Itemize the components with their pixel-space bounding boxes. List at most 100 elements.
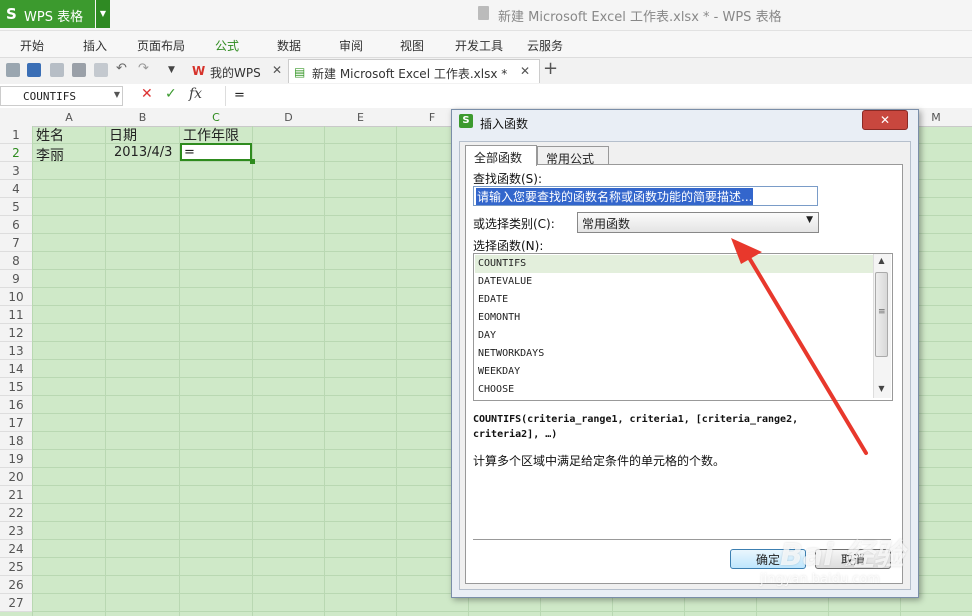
print-icon[interactable] — [72, 63, 86, 77]
row-header[interactable]: 25 — [0, 558, 32, 576]
row-header[interactable]: 16 — [0, 396, 32, 414]
category-value: 常用函数 — [582, 217, 631, 231]
row-header[interactable]: 21 — [0, 486, 32, 504]
cell-c1[interactable]: 工作年限 — [183, 125, 239, 145]
function-item-eomonth[interactable]: EOMONTH — [475, 309, 875, 327]
function-list[interactable]: COUNTIFS DATEVALUE EDATE EOMONTH DAY NET… — [473, 253, 893, 401]
fill-handle[interactable] — [250, 159, 255, 164]
grid-column-line — [105, 126, 106, 616]
menu-developer[interactable]: 开发工具 — [455, 37, 503, 54]
ok-button[interactable]: 确定 — [730, 549, 806, 569]
row-header[interactable]: 23 — [0, 522, 32, 540]
row-header[interactable]: 17 — [0, 414, 32, 432]
tab-all-functions[interactable]: 全部函数 — [465, 145, 537, 166]
active-cell-c2[interactable]: = — [180, 143, 252, 161]
row-header[interactable]: 8 — [0, 252, 32, 270]
scroll-up-icon[interactable]: ▲ — [873, 256, 890, 265]
row-header[interactable]: 1 — [0, 126, 32, 144]
confirm-formula-icon[interactable]: ✓ — [165, 86, 177, 102]
search-input-value: 请输入您要查找的函数名称或函数功能的简要描述... — [476, 188, 754, 205]
cell-a1[interactable]: 姓名 — [36, 125, 64, 145]
function-item-edate[interactable]: EDATE — [475, 291, 875, 309]
name-box-value: COUNTIFS — [23, 90, 76, 103]
column-a-header[interactable]: A — [33, 111, 105, 124]
column-e-header[interactable]: E — [325, 111, 396, 124]
menu-page-layout[interactable]: 页面布局 — [137, 37, 185, 54]
column-d-header[interactable]: D — [253, 111, 324, 124]
menu-formulas[interactable]: 公式 — [215, 37, 239, 54]
row-header[interactable]: 4 — [0, 180, 32, 198]
row-header[interactable]: 9 — [0, 270, 32, 288]
column-b-header[interactable]: B — [106, 111, 179, 124]
wps-logo-icon: S — [459, 114, 473, 128]
row-header[interactable]: 10 — [0, 288, 32, 306]
row-header[interactable]: 27 — [0, 594, 32, 612]
undo-icon[interactable]: ↶ — [116, 61, 130, 76]
search-label: 查找函数(S): — [473, 172, 543, 186]
row-header[interactable]: 26 — [0, 576, 32, 594]
row-header[interactable]: 13 — [0, 342, 32, 360]
chevron-down-icon[interactable]: ▼ — [114, 90, 120, 99]
redo-icon[interactable]: ↷ — [138, 61, 152, 76]
grid-column-line — [252, 126, 253, 616]
row-header[interactable]: 15 — [0, 378, 32, 396]
cancel-button[interactable]: 取消 — [815, 549, 891, 569]
new-tab-plus-icon[interactable]: + — [543, 58, 558, 79]
grid-row-line — [32, 611, 972, 612]
save-icon[interactable] — [27, 63, 41, 77]
menu-insert[interactable]: 插入 — [83, 37, 107, 54]
row-header[interactable]: 11 — [0, 306, 32, 324]
formula-input[interactable]: = — [225, 86, 966, 106]
function-item-day[interactable]: DAY — [475, 327, 875, 345]
row-header[interactable]: 22 — [0, 504, 32, 522]
category-select[interactable]: 常用函数 ▼ — [577, 212, 819, 233]
tab-document[interactable]: ▤ 新建 Microsoft Excel 工作表.xlsx * ✕ — [288, 59, 540, 83]
function-signature: COUNTIFS(criteria_range1, criteria1, [cr… — [473, 412, 883, 442]
column-c-header[interactable]: C — [180, 111, 252, 124]
menu-review[interactable]: 审阅 — [339, 37, 363, 54]
scrollbar-thumb[interactable]: ≡ — [875, 272, 888, 357]
row-header[interactable]: 14 — [0, 360, 32, 378]
insert-function-icon[interactable]: fx — [189, 86, 202, 102]
function-item-datevalue[interactable]: DATEVALUE — [475, 273, 875, 291]
row-header[interactable]: 6 — [0, 216, 32, 234]
export-icon[interactable] — [50, 63, 64, 77]
cancel-formula-icon[interactable]: ✕ — [141, 86, 153, 102]
function-description: 计算多个区域中满足给定条件的单元格的个数。 — [473, 454, 726, 468]
name-box[interactable]: COUNTIFS ▼ — [0, 86, 123, 106]
row-header[interactable]: 3 — [0, 162, 32, 180]
row-header[interactable]: 24 — [0, 540, 32, 558]
more-tools-icon[interactable]: ▼ — [168, 65, 182, 79]
row-header[interactable]: 20 — [0, 468, 32, 486]
row-header[interactable]: 7 — [0, 234, 32, 252]
row-header[interactable]: 18 — [0, 432, 32, 450]
cell-a2[interactable]: 李丽 — [36, 145, 64, 165]
menu-view[interactable]: 视图 — [400, 37, 424, 54]
function-search-input[interactable]: 请输入您要查找的函数名称或函数功能的简要描述... — [473, 186, 818, 206]
cell-b2[interactable]: 2013/4/3 — [114, 145, 172, 160]
sheet-file-icon: ▤ — [294, 65, 306, 79]
scroll-down-icon[interactable]: ▼ — [873, 384, 890, 393]
dialog-close-button[interactable]: ✕ — [862, 110, 908, 130]
row-header[interactable]: 2 — [0, 144, 32, 162]
tab-all-functions-label: 全部函数 — [474, 151, 523, 165]
function-item-networkdays[interactable]: NETWORKDAYS — [475, 345, 875, 363]
app-dropdown-icon[interactable]: ▼ — [96, 0, 110, 28]
menu-data[interactable]: 数据 — [277, 37, 301, 54]
row-header[interactable]: 12 — [0, 324, 32, 342]
cell-b1[interactable]: 日期 — [109, 125, 137, 145]
print-preview-icon[interactable] — [94, 63, 108, 77]
row-header[interactable]: 19 — [0, 450, 32, 468]
open-icon[interactable] — [6, 63, 20, 77]
close-icon[interactable]: ✕ — [272, 63, 282, 77]
function-item-countifs[interactable]: COUNTIFS — [475, 255, 875, 273]
close-icon[interactable]: ✕ — [520, 64, 530, 78]
function-item-choose[interactable]: CHOOSE — [475, 381, 875, 399]
function-item-weekday[interactable]: WEEKDAY — [475, 363, 875, 381]
menu-cloud[interactable]: 云服务 — [527, 37, 563, 54]
formula-input-value: = — [234, 88, 245, 103]
row-header[interactable]: 5 — [0, 198, 32, 216]
tab-my-wps[interactable]: W 我的WPS ✕ — [186, 59, 286, 82]
menu-home[interactable]: 开始 — [20, 37, 44, 54]
app-menu-button[interactable]: S WPS 表格 — [0, 0, 95, 28]
